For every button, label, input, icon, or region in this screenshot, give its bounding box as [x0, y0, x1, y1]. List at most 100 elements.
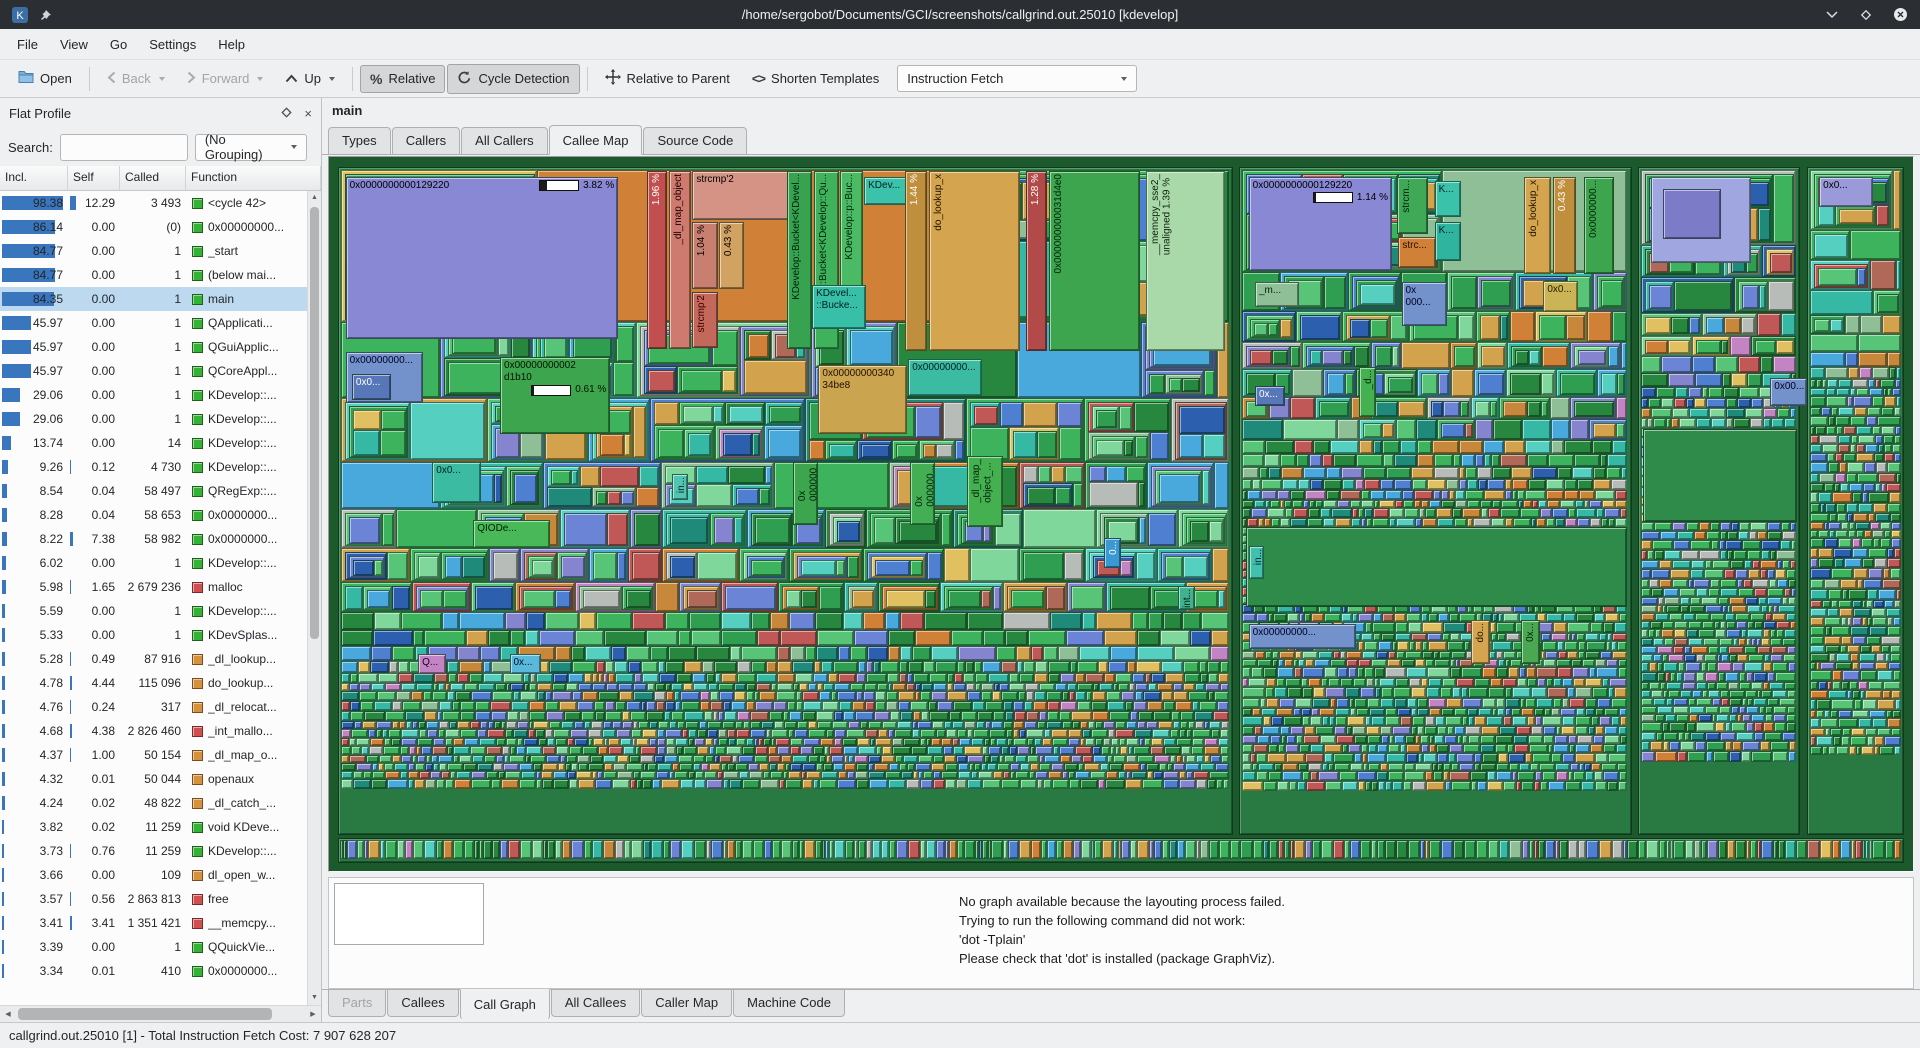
treemap-tile[interactable]	[1767, 569, 1775, 579]
treemap-tile[interactable]	[387, 552, 408, 580]
treemap-tile[interactable]	[1302, 667, 1324, 678]
treemap-tile[interactable]	[1825, 367, 1848, 379]
treemap-tile[interactable]	[1759, 285, 1766, 309]
treemap-tile[interactable]	[1578, 651, 1585, 659]
treemap-tile[interactable]	[1784, 629, 1796, 638]
treemap-tile[interactable]	[1107, 701, 1125, 711]
treemap-tile[interactable]	[1784, 682, 1796, 690]
treemap-tile[interactable]	[681, 840, 694, 859]
treemap-tile[interactable]	[1460, 401, 1469, 417]
treemap-tile[interactable]	[1551, 633, 1567, 641]
treemap-tile[interactable]	[1433, 771, 1443, 781]
treemap-tile[interactable]	[1370, 319, 1388, 338]
treemap-tile[interactable]	[1343, 350, 1352, 365]
function-row[interactable]: 4.784.44115 096do_lookup...	[0, 671, 307, 695]
treemap-tile[interactable]	[416, 683, 433, 691]
treemap-tile[interactable]	[1725, 741, 1732, 751]
treemap-tile[interactable]	[594, 701, 605, 711]
treemap-tile[interactable]	[477, 763, 493, 771]
treemap-tile[interactable]	[1788, 579, 1796, 588]
treemap-tile[interactable]	[1505, 687, 1512, 698]
treemap-tile[interactable]	[410, 548, 489, 582]
treemap-tile[interactable]	[1496, 771, 1512, 781]
treemap-tile[interactable]	[707, 729, 718, 738]
treemap-block-0x0...[interactable]: 0x0...	[352, 374, 391, 399]
treemap-tile[interactable]	[1183, 661, 1199, 673]
treemap-tile[interactable]	[1601, 373, 1617, 395]
treemap-tile[interactable]	[1731, 522, 1739, 531]
treemap-tile[interactable]	[1834, 558, 1844, 568]
treemap-tile[interactable]	[1370, 490, 1385, 500]
treemap-tile[interactable]	[924, 612, 967, 630]
treemap-tile[interactable]	[1088, 432, 1150, 460]
treemap-tile[interactable]	[915, 406, 941, 438]
treemap-tile[interactable]	[1730, 336, 1751, 356]
tab-caller-map[interactable]: Caller Map	[641, 989, 732, 1017]
treemap-tile[interactable]	[1079, 646, 1110, 661]
treemap-tile[interactable]	[419, 729, 427, 738]
treemap-tile[interactable]	[1568, 508, 1576, 518]
treemap-tile[interactable]	[442, 612, 459, 630]
treemap-tile[interactable]	[1098, 661, 1108, 673]
treemap-tile[interactable]	[1242, 726, 1254, 735]
treemap-tile[interactable]	[751, 612, 770, 630]
treemap-tile[interactable]	[1890, 568, 1901, 579]
treemap-tile[interactable]	[1877, 416, 1901, 426]
treemap-tile[interactable]	[751, 560, 783, 576]
treemap-tile[interactable]	[1085, 673, 1104, 683]
treemap-tile[interactable]	[1694, 531, 1706, 540]
treemap-tile[interactable]	[656, 771, 669, 779]
treemap-tile[interactable]	[1641, 522, 1654, 531]
treemap-tile[interactable]	[421, 701, 439, 711]
treemap-tile[interactable]	[1769, 682, 1784, 690]
treemap-tile[interactable]	[1256, 613, 1268, 622]
treemap-tile[interactable]	[1741, 317, 1755, 334]
treemap-tile[interactable]	[445, 729, 460, 738]
treemap-tile[interactable]	[1263, 781, 1277, 791]
treemap-tile[interactable]	[545, 612, 579, 630]
treemap-tile[interactable]	[1546, 490, 1564, 500]
treemap-tile[interactable]	[1672, 522, 1686, 531]
treemap-tile[interactable]	[1506, 369, 1556, 397]
treemap-tile[interactable]	[1673, 840, 1685, 859]
treemap-tile[interactable]	[1321, 678, 1328, 687]
treemap-tile[interactable]	[1071, 755, 1082, 763]
treemap-tile[interactable]	[1442, 633, 1450, 641]
treemap-tile[interactable]	[1159, 763, 1167, 771]
treemap-tile[interactable]	[1415, 641, 1422, 651]
treemap-tile[interactable]	[1864, 530, 1872, 538]
treemap-tile[interactable]	[1855, 522, 1870, 530]
treemap-tile[interactable]	[1145, 370, 1204, 396]
treemap-tile[interactable]	[523, 738, 538, 746]
treemap-tile[interactable]	[613, 362, 634, 396]
treemap-tile[interactable]	[1188, 691, 1208, 701]
treemap-tile[interactable]	[854, 755, 868, 763]
treemap-tile[interactable]	[799, 683, 808, 691]
treemap-tile[interactable]	[925, 590, 936, 608]
treemap-tile[interactable]	[992, 691, 1001, 701]
treemap-tile[interactable]	[680, 691, 700, 701]
treemap-tile[interactable]	[1770, 253, 1792, 273]
treemap-tile[interactable]	[1322, 350, 1343, 365]
treemap-tile[interactable]	[350, 701, 360, 711]
treemap-tile[interactable]	[341, 711, 350, 721]
treemap-tile[interactable]	[1051, 729, 1068, 738]
treemap-tile[interactable]	[551, 470, 571, 485]
treemap-tile[interactable]	[1352, 276, 1399, 309]
treemap-tile[interactable]	[701, 763, 709, 771]
treemap-block-_dl_map_object[interactable]: _dl_map_object	[669, 171, 691, 350]
treemap-tile[interactable]	[802, 779, 813, 789]
treemap-tile[interactable]	[737, 661, 751, 673]
treemap-tile[interactable]	[1110, 586, 1150, 610]
treemap-tile[interactable]	[417, 738, 433, 746]
treemap-tile[interactable]	[1841, 736, 1850, 746]
treemap-tile[interactable]	[1827, 453, 1835, 462]
event-type-combo[interactable]: Instruction Fetch	[897, 65, 1137, 92]
treemap-tile[interactable]	[781, 755, 792, 763]
treemap-tile[interactable]	[1043, 779, 1052, 789]
treemap-tile[interactable]	[1200, 673, 1208, 683]
treemap-tile[interactable]	[1856, 444, 1865, 453]
treemap-tile[interactable]	[530, 755, 546, 763]
treemap-tile[interactable]	[1719, 706, 1731, 714]
treemap-tile[interactable]	[705, 755, 714, 763]
